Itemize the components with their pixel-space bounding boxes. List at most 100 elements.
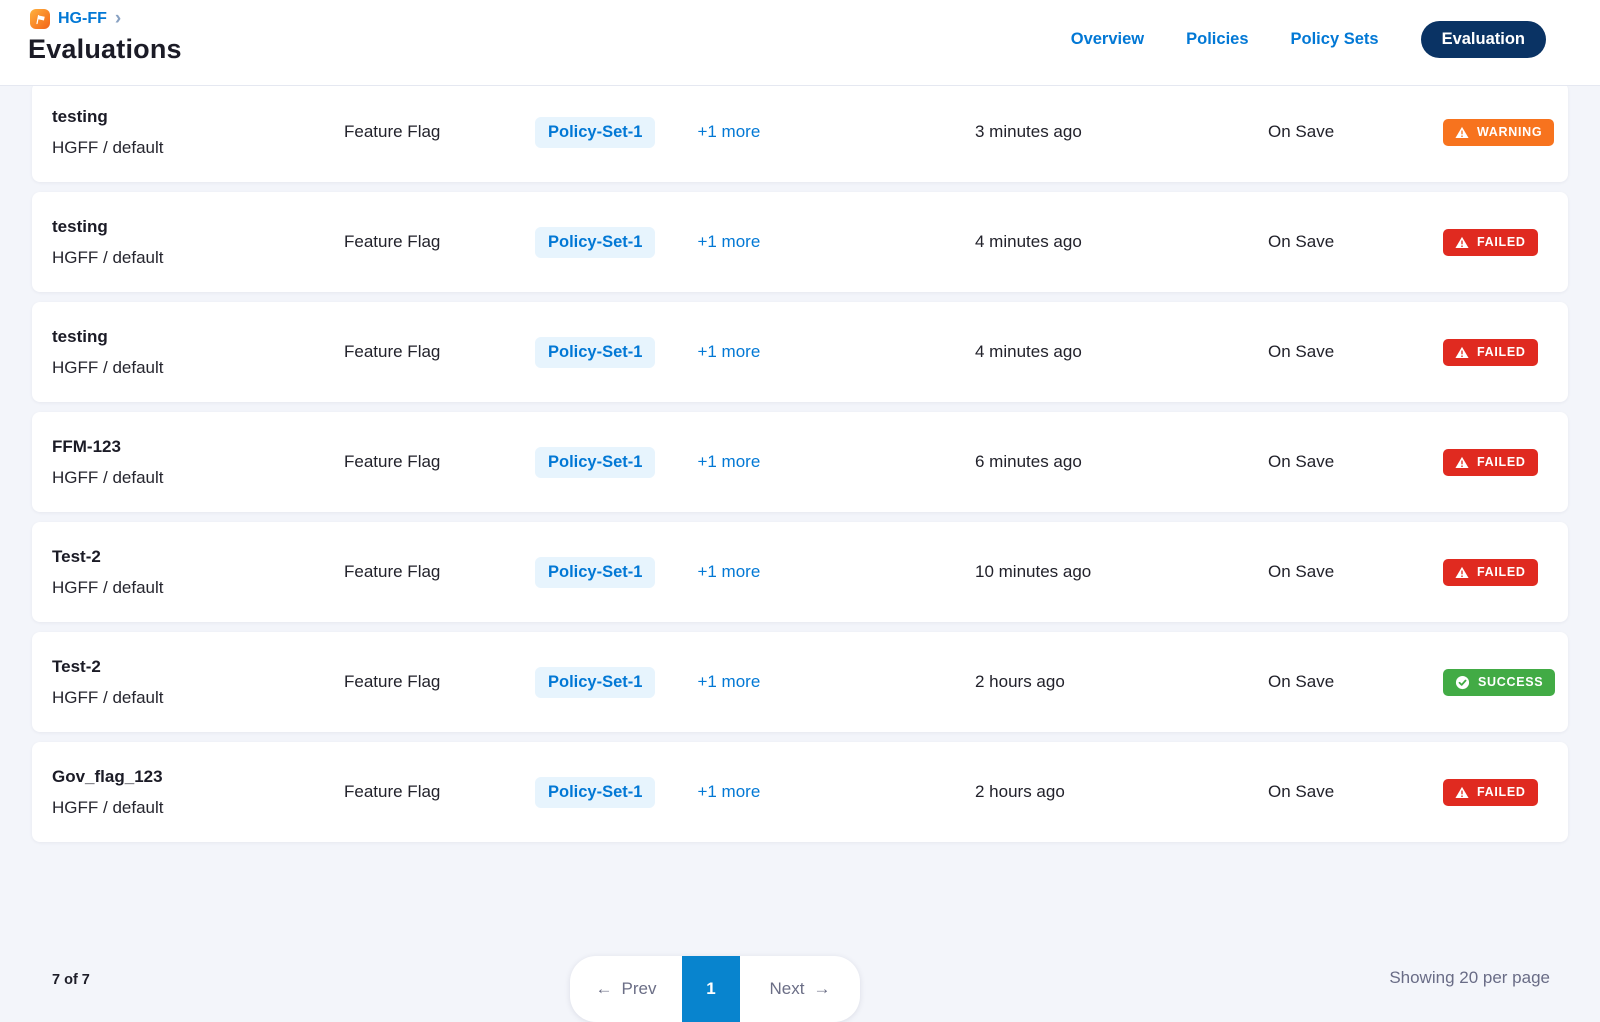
evaluated-on: 10 minutes ago bbox=[975, 562, 1268, 582]
entity-cell: testing HGFF / default bbox=[52, 107, 344, 158]
nav-policies[interactable]: Policies bbox=[1186, 30, 1248, 49]
status-badge: FAILED bbox=[1443, 339, 1538, 366]
more-policy-sets-link[interactable]: +1 more bbox=[697, 452, 760, 472]
entity-scope: HGFF / default bbox=[52, 688, 344, 708]
breadcrumb: HG-FF › bbox=[30, 9, 121, 29]
policy-set-chip[interactable]: Policy-Set-1 bbox=[535, 337, 655, 368]
entity-scope: HGFF / default bbox=[52, 138, 344, 158]
entity-type: Feature Flag bbox=[344, 122, 535, 142]
policy-set-chip[interactable]: Policy-Set-1 bbox=[535, 227, 655, 258]
policy-set-chip[interactable]: Policy-Set-1 bbox=[535, 447, 655, 478]
page-1-button[interactable]: 1 bbox=[682, 956, 740, 1022]
entity-type: Feature Flag bbox=[344, 672, 535, 692]
evaluated-on: 4 minutes ago bbox=[975, 342, 1268, 362]
next-page-button[interactable]: Next → bbox=[740, 956, 860, 1022]
entity-cell: Test-2 HGFF / default bbox=[52, 657, 344, 708]
warning-triangle-icon bbox=[1455, 456, 1469, 469]
entity-type: Feature Flag bbox=[344, 232, 535, 252]
arrow-left-icon: ← bbox=[596, 979, 613, 999]
status-cell: FAILED bbox=[1415, 449, 1550, 476]
policy-set-chip[interactable]: Policy-Set-1 bbox=[535, 667, 655, 698]
status-cell: FAILED bbox=[1415, 229, 1550, 256]
evaluations-table: testing HGFF / default Feature Flag Poli… bbox=[0, 82, 1600, 842]
action: On Save bbox=[1268, 122, 1415, 142]
entity-cell: FFM-123 HGFF / default bbox=[52, 437, 344, 488]
status-badge-label: SUCCESS bbox=[1478, 675, 1543, 689]
action: On Save bbox=[1268, 782, 1415, 802]
action: On Save bbox=[1268, 562, 1415, 582]
more-policy-sets-link[interactable]: +1 more bbox=[697, 562, 760, 582]
execution-cell: Policy-Set-1 +1 more bbox=[535, 667, 975, 698]
action: On Save bbox=[1268, 232, 1415, 252]
more-policy-sets-link[interactable]: +1 more bbox=[697, 342, 760, 362]
execution-cell: Policy-Set-1 +1 more bbox=[535, 337, 975, 368]
policy-set-chip[interactable]: Policy-Set-1 bbox=[535, 117, 655, 148]
entity-type: Feature Flag bbox=[344, 342, 535, 362]
entity-scope: HGFF / default bbox=[52, 578, 344, 598]
status-badge: WARNING bbox=[1443, 119, 1554, 146]
pagination: ← Prev 1 Next → bbox=[570, 956, 860, 1022]
next-label: Next bbox=[770, 979, 805, 999]
entity-name: FFM-123 bbox=[52, 437, 344, 457]
nav-evaluation[interactable]: Evaluation bbox=[1421, 21, 1546, 58]
status-cell: FAILED bbox=[1415, 559, 1550, 586]
status-cell: FAILED bbox=[1415, 779, 1550, 806]
entity-scope: HGFF / default bbox=[52, 798, 344, 818]
entity-name: testing bbox=[52, 327, 344, 347]
nav-overview[interactable]: Overview bbox=[1071, 30, 1144, 49]
evaluated-on: 6 minutes ago bbox=[975, 452, 1268, 472]
action: On Save bbox=[1268, 342, 1415, 362]
execution-cell: Policy-Set-1 +1 more bbox=[535, 117, 975, 148]
entity-scope: HGFF / default bbox=[52, 358, 344, 378]
warning-triangle-icon bbox=[1455, 786, 1469, 799]
action: On Save bbox=[1268, 672, 1415, 692]
table-row[interactable]: testing HGFF / default Feature Flag Poli… bbox=[32, 302, 1568, 402]
entity-cell: Test-2 HGFF / default bbox=[52, 547, 344, 598]
entity-type: Feature Flag bbox=[344, 782, 535, 802]
execution-cell: Policy-Set-1 +1 more bbox=[535, 557, 975, 588]
breadcrumb-project-link[interactable]: HG-FF bbox=[58, 10, 107, 28]
evaluated-on: 2 hours ago bbox=[975, 672, 1268, 692]
status-cell: WARNING bbox=[1415, 119, 1554, 146]
status-badge-label: FAILED bbox=[1477, 785, 1526, 799]
table-row[interactable]: Test-2 HGFF / default Feature Flag Polic… bbox=[32, 522, 1568, 622]
entity-name: testing bbox=[52, 107, 344, 127]
more-policy-sets-link[interactable]: +1 more bbox=[697, 782, 760, 802]
entity-scope: HGFF / default bbox=[52, 248, 344, 268]
table-row[interactable]: FFM-123 HGFF / default Feature Flag Poli… bbox=[32, 412, 1568, 512]
policy-set-chip[interactable]: Policy-Set-1 bbox=[535, 557, 655, 588]
execution-cell: Policy-Set-1 +1 more bbox=[535, 227, 975, 258]
table-row[interactable]: testing HGFF / default Feature Flag Poli… bbox=[32, 192, 1568, 292]
more-policy-sets-link[interactable]: +1 more bbox=[697, 122, 760, 142]
more-policy-sets-link[interactable]: +1 more bbox=[697, 232, 760, 252]
evaluated-on: 2 hours ago bbox=[975, 782, 1268, 802]
table-row[interactable]: testing HGFF / default Feature Flag Poli… bbox=[32, 82, 1568, 182]
warning-triangle-icon bbox=[1455, 236, 1469, 249]
entity-name: testing bbox=[52, 217, 344, 237]
prev-label: Prev bbox=[622, 979, 657, 999]
action: On Save bbox=[1268, 452, 1415, 472]
status-badge: FAILED bbox=[1443, 779, 1538, 806]
status-badge: SUCCESS bbox=[1443, 669, 1555, 696]
nav-policy-sets[interactable]: Policy Sets bbox=[1291, 30, 1379, 49]
status-cell: SUCCESS bbox=[1415, 669, 1555, 696]
prev-page-button[interactable]: ← Prev bbox=[570, 956, 682, 1022]
evaluated-on: 3 minutes ago bbox=[975, 122, 1268, 142]
status-badge: FAILED bbox=[1443, 449, 1538, 476]
feature-flag-logo-icon bbox=[30, 9, 50, 29]
more-policy-sets-link[interactable]: +1 more bbox=[697, 672, 760, 692]
execution-cell: Policy-Set-1 +1 more bbox=[535, 777, 975, 808]
table-row[interactable]: Test-2 HGFF / default Feature Flag Polic… bbox=[32, 632, 1568, 732]
page-header: HG-FF › Evaluations Overview Policies Po… bbox=[0, 0, 1600, 86]
status-badge-label: FAILED bbox=[1477, 565, 1526, 579]
top-nav: Overview Policies Policy Sets Evaluation bbox=[1071, 0, 1546, 78]
entity-type: Feature Flag bbox=[344, 452, 535, 472]
flag-glyph-icon bbox=[34, 13, 47, 26]
execution-cell: Policy-Set-1 +1 more bbox=[535, 447, 975, 478]
entity-cell: testing HGFF / default bbox=[52, 217, 344, 268]
policy-set-chip[interactable]: Policy-Set-1 bbox=[535, 777, 655, 808]
table-row[interactable]: Gov_flag_123 HGFF / default Feature Flag… bbox=[32, 742, 1568, 842]
entity-name: Test-2 bbox=[52, 547, 344, 567]
status-badge-label: WARNING bbox=[1477, 125, 1542, 139]
evaluations-page: HG-FF › Evaluations Overview Policies Po… bbox=[0, 0, 1600, 1022]
